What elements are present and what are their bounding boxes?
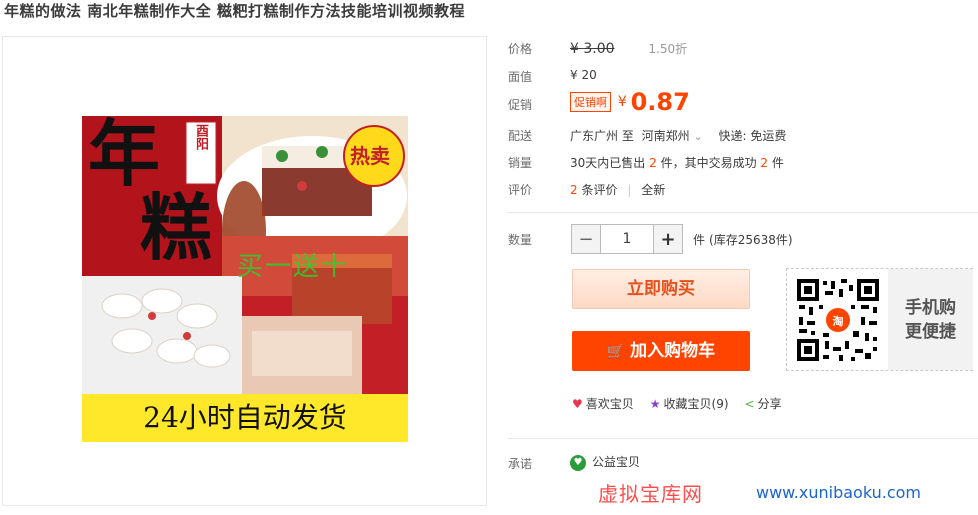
chevron-down-icon: ⌄ — [693, 130, 703, 143]
condition-new: 全新 — [641, 183, 666, 197]
cart-icon: 🛒 — [606, 344, 625, 360]
promo-price-row: 促销啊 ¥ 0.87 — [570, 88, 690, 116]
divider — [508, 438, 978, 439]
star-icon: ★ — [649, 397, 661, 411]
reviews-suffix: 条评价 — [581, 183, 618, 197]
mobile-line-2: 更便捷 — [905, 321, 956, 342]
add-to-cart-label: 加入购物车 — [630, 341, 716, 361]
reviews-separator: | — [627, 183, 632, 197]
sales-sold-count: 2 — [649, 156, 657, 170]
sales-mid: 件，其中交易成功 — [660, 156, 757, 170]
like-label: 喜欢宝贝 — [585, 397, 634, 411]
watermark-text: 虚拟宝库网 — [598, 482, 703, 506]
charity-item[interactable]: ♥ 公益宝贝 — [570, 453, 640, 471]
share-button[interactable]: < 分享 — [745, 395, 782, 412]
mobile-line-1: 手机购 — [905, 297, 956, 318]
favorite-button[interactable]: ★ 收藏宝贝(9) — [650, 395, 729, 412]
commitment-label: 承诺 — [508, 457, 533, 471]
product-image[interactable]: 年 糕 酉阳 热卖 买一送十 24小时自动发货 — [82, 116, 408, 442]
share-icon: < — [744, 397, 755, 411]
sales-prefix: 30天内已售出 — [570, 156, 646, 170]
promo-tag: 促销啊 — [570, 92, 611, 112]
delivery-banner: 24小时自动发货 — [143, 401, 347, 434]
price-label: 价格 — [508, 42, 533, 56]
promo-overlay-text: 买一送十 — [237, 252, 350, 282]
add-to-cart-button[interactable]: 🛒 加入购物车 — [572, 331, 750, 371]
charity-icon: ♥ — [570, 454, 586, 471]
seal-label: 酉阳 — [193, 124, 208, 150]
reviews-label: 评价 — [508, 183, 533, 197]
sales-suffix: 件 — [771, 156, 784, 170]
quantity-plus-button[interactable]: + — [653, 224, 683, 254]
face-value: ¥ 20 — [570, 68, 597, 82]
quantity-label: 数量 — [508, 233, 533, 247]
share-label: 分享 — [757, 397, 782, 411]
product-title: 年糕的做法 南北年糕制作大全 糍粑打糕制作方法技能培训视频教程 — [4, 2, 465, 20]
buy-now-button[interactable]: 立即购买 — [572, 269, 750, 309]
mobile-buy-text: 手机购 更便捷 — [888, 269, 973, 370]
hot-badge-text: 热卖 — [350, 144, 390, 168]
mobile-qr-box[interactable]: 淘 手机购 更便捷 — [786, 268, 973, 371]
quantity-unit: 件 — [693, 232, 706, 247]
quantity-minus-button[interactable]: − — [571, 224, 601, 254]
favorite-label: 收藏宝贝(9) — [663, 397, 729, 411]
divider — [508, 212, 978, 213]
big-character-nian: 年 — [88, 116, 161, 196]
like-button[interactable]: ♥ 喜欢宝贝 — [572, 395, 634, 412]
delivery-destination[interactable]: 河南郑州 ⌄ — [642, 129, 707, 143]
express-fee: 快递: 免运费 — [718, 129, 787, 143]
original-price: ¥ 3.00 1.50折 — [570, 40, 687, 57]
quantity-stepper: − 1 + 件 (库存25638件) — [571, 224, 793, 254]
delivery-label: 配送 — [508, 129, 533, 143]
stock-count: (库存25638件) — [709, 232, 793, 247]
reviews-info: 2 条评价 | 全新 — [570, 181, 665, 198]
sales-info: 30天内已售出 2 件，其中交易成功 2 件 — [570, 154, 784, 171]
heart-icon: ♥ — [572, 397, 583, 411]
sales-success-count: 2 — [760, 156, 769, 170]
big-character-gao: 糕 — [140, 185, 213, 270]
delivery-from: 广东广州 至 — [570, 129, 634, 143]
discount-rate: 1.50折 — [648, 42, 688, 56]
delivery-to: 河南郑州 — [641, 129, 690, 143]
product-image-frame: 年 糕 酉阳 热卖 买一送十 24小时自动发货 — [2, 36, 487, 506]
sales-label: 销量 — [508, 156, 533, 170]
reviews-link[interactable]: 2 条评价 — [570, 183, 621, 197]
promo-yen: ¥ — [617, 94, 627, 110]
item-actions: ♥ 喜欢宝贝 ★ 收藏宝贝(9) < 分享 — [572, 395, 782, 412]
charity-label: 公益宝贝 — [592, 455, 641, 469]
taobao-logo-icon: 淘 — [832, 315, 844, 328]
price-yen: ¥ — [570, 41, 579, 57]
watermark-url: www.xunibaoku.com — [756, 483, 921, 502]
promo-price: 0.87 — [630, 88, 690, 116]
delivery-info: 广东广州 至 河南郑州 ⌄ 快递: 免运费 — [570, 127, 786, 144]
quantity-input[interactable]: 1 — [601, 224, 653, 254]
price-value: 3.00 — [583, 41, 615, 57]
reviews-count: 2 — [570, 183, 578, 197]
face-value-label: 面值 — [508, 70, 533, 84]
promo-label: 促销 — [508, 98, 533, 112]
